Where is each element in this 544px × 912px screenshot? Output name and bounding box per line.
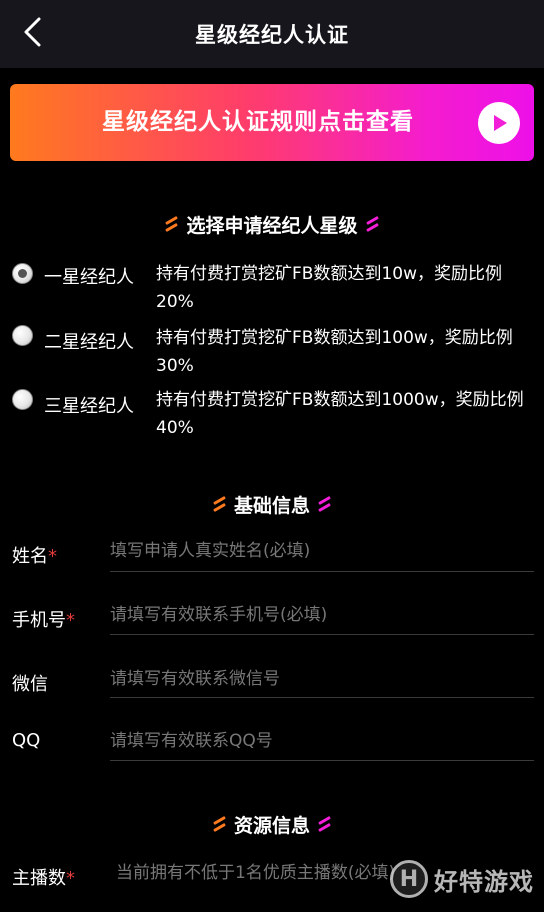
wechat-label: 微信 (12, 674, 48, 695)
divider (110, 697, 534, 698)
decor-slash-icon (213, 815, 226, 833)
play-icon (478, 102, 520, 144)
qq-field: QQ (0, 722, 544, 782)
level-desc: 持有付费打赏挖矿FB数额达到100w，奖励比例30% (156, 328, 513, 376)
level-option-1[interactable]: 一星经纪人 持有付费打赏挖矿FB数额达到10w，奖励比例20% (0, 258, 544, 318)
level-option-2[interactable]: 二星经纪人 持有付费打赏挖矿FB数额达到100w，奖励比例30% (0, 320, 544, 380)
radio-level-2[interactable] (12, 325, 33, 346)
name-label: 姓名* (12, 546, 57, 567)
decor-slash-icon (213, 495, 226, 513)
radio-level-1[interactable] (12, 263, 33, 284)
rules-banner-button[interactable]: 星级经纪人认证规则点击查看 (10, 84, 534, 161)
divider (110, 760, 534, 761)
qq-input[interactable] (110, 724, 534, 758)
basic-section-label: 基础信息 (233, 494, 310, 517)
decor-slash-icon (318, 495, 331, 513)
levels-section-label: 选择申请经纪人星级 (186, 214, 358, 237)
level-label: 二星经纪人 (44, 332, 134, 353)
level-label: 一星经纪人 (44, 267, 134, 288)
resource-section-label: 资源信息 (233, 814, 310, 837)
divider (110, 571, 534, 572)
chevron-left-icon (24, 17, 41, 47)
name-input[interactable] (110, 534, 534, 568)
levels-section-title: 选择申请经纪人星级 (0, 208, 544, 240)
watermark: H 好特游戏 (390, 860, 534, 898)
name-field: 姓名* (0, 532, 544, 592)
anchors-label: 主播数* (12, 868, 75, 889)
app-header: 星级经纪人认证 (0, 0, 544, 68)
level-desc: 持有付费打赏挖矿FB数额达到1000w，奖励比例40% (156, 390, 524, 438)
page-title: 星级经纪人认证 (195, 23, 349, 47)
decor-slash-icon (318, 815, 331, 833)
basic-section-title: 基础信息 (0, 488, 544, 520)
wechat-field: 微信 (0, 660, 544, 720)
level-label: 三星经纪人 (44, 396, 134, 417)
divider (110, 634, 534, 635)
decor-slash-icon (365, 215, 379, 233)
resource-section-title: 资源信息 (0, 808, 544, 840)
phone-field: 手机号* (0, 596, 544, 656)
watermark-text: 好特游戏 (434, 867, 534, 896)
level-option-3[interactable]: 三星经纪人 持有付费打赏挖矿FB数额达到1000w，奖励比例40% (0, 384, 544, 444)
wechat-input[interactable] (110, 662, 534, 696)
watermark-logo: H (390, 860, 428, 898)
phone-input[interactable] (110, 598, 534, 632)
level-desc: 持有付费打赏挖矿FB数额达到10w，奖励比例20% (156, 264, 502, 312)
phone-label: 手机号* (12, 610, 75, 631)
rules-banner-text: 星级经纪人认证规则点击查看 (102, 109, 414, 135)
radio-level-3[interactable] (12, 389, 33, 410)
decor-slash-icon (165, 215, 179, 233)
back-button[interactable] (16, 14, 48, 50)
qq-label: QQ (12, 730, 41, 751)
